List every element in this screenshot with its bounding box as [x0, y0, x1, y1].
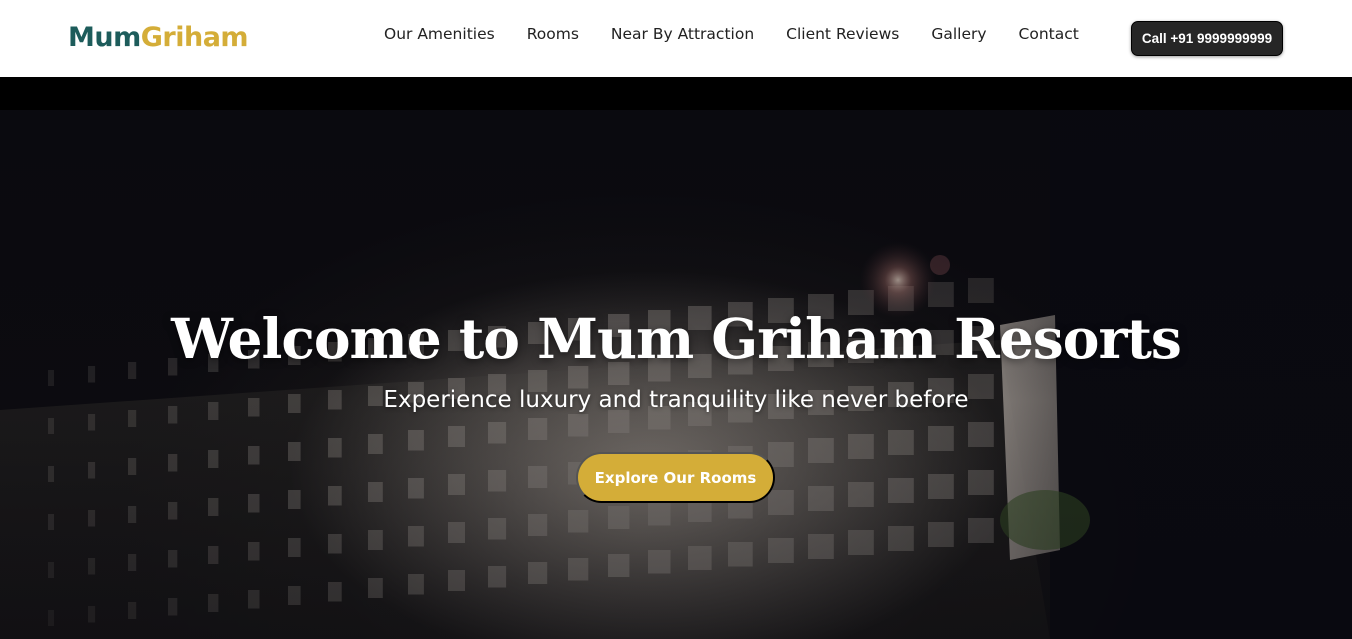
nav-link-rooms[interactable]: Rooms [511, 22, 595, 46]
nav-link-attractions[interactable]: Near By Attraction [595, 22, 770, 46]
main-nav: Our Amenities Rooms Near By Attraction C… [368, 22, 1095, 46]
hero-section: Welcome to Mum Griham Resorts Experience… [0, 110, 1352, 639]
site-logo[interactable]: MumGriham [68, 19, 249, 57]
nav-link-amenities[interactable]: Our Amenities [368, 22, 511, 46]
hero-subtitle: Experience luxury and tranquility like n… [383, 387, 969, 413]
nav-link-reviews[interactable]: Client Reviews [770, 22, 915, 46]
nav-link-contact[interactable]: Contact [1003, 22, 1095, 46]
nav-link-gallery[interactable]: Gallery [915, 22, 1002, 46]
site-header: MumGriham Our Amenities Rooms Near By At… [0, 0, 1352, 77]
logo-text-griham: Griham [140, 22, 249, 53]
logo-text-mum: Mum [68, 22, 141, 53]
call-button[interactable]: Call +91 9999999999 [1131, 21, 1283, 56]
hero-title: Welcome to Mum Griham Resorts [171, 306, 1182, 371]
hero-overlay [0, 110, 1352, 639]
hero-top-band [0, 77, 1352, 110]
explore-rooms-button[interactable]: Explore Our Rooms [576, 452, 775, 503]
